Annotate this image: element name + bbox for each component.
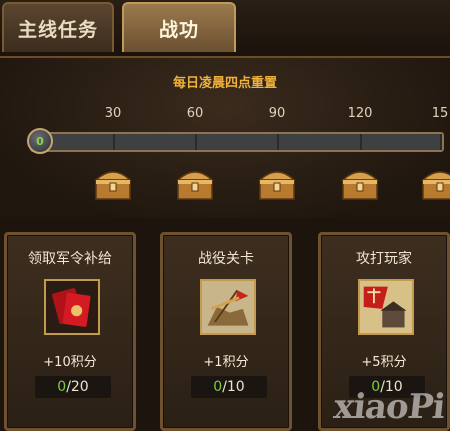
task-points: +10积分: [43, 355, 97, 370]
task-card-supply[interactable]: 领取军令补给 +10积分 0/20: [4, 232, 136, 431]
task-progress-count: 0/10: [191, 376, 267, 398]
red-order-icon: [44, 279, 100, 335]
task-progress-count: 0/20: [35, 376, 111, 398]
tab-merit[interactable]: 战功: [122, 2, 236, 52]
treasure-chest-icon[interactable]: [174, 164, 216, 202]
task-progress-total: /10: [222, 379, 245, 395]
milestone-label: 90: [268, 106, 286, 121]
progress-tick: [277, 134, 279, 150]
task-card-campaign[interactable]: 战役关卡 +1积分 0/10: [160, 232, 292, 431]
battle-flag-icon: [200, 279, 256, 335]
progress-tick: [360, 134, 362, 150]
task-points: +5积分: [361, 355, 407, 370]
task-progress-current: 0: [213, 379, 223, 395]
task-points: +1积分: [203, 355, 249, 370]
milestone-label: 15: [431, 106, 449, 121]
attack-banner-icon: [358, 279, 414, 335]
treasure-chest-icon[interactable]: [92, 164, 134, 202]
progress-value-knob: 0: [27, 128, 53, 154]
merit-progress-panel: 每日凌晨四点重置 30 60 90 120 15 0: [0, 58, 450, 218]
tab-main-quest[interactable]: 主线任务: [2, 2, 114, 52]
milestone-label: 30: [104, 106, 122, 121]
treasure-chest-icon[interactable]: [256, 164, 298, 202]
reset-note: 每日凌晨四点重置: [172, 76, 277, 91]
tab-bar: 主线任务 战功: [0, 0, 450, 58]
task-title: 领取军令补给: [28, 251, 112, 267]
task-title: 攻打玩家: [356, 251, 412, 267]
treasure-chest-icon[interactable]: [339, 164, 381, 202]
task-title: 战役关卡: [198, 251, 254, 267]
milestone-label: 60: [186, 106, 204, 121]
task-progress-total: /20: [66, 379, 89, 395]
progress-bar: [30, 132, 444, 152]
progress-tick: [440, 134, 442, 150]
milestone-label: 120: [347, 106, 373, 121]
watermark-logo: xiaoPi: [331, 387, 447, 427]
progress-tick: [113, 134, 115, 150]
task-progress-current: 0: [57, 379, 67, 395]
treasure-chest-icon[interactable]: [419, 164, 450, 202]
progress-tick: [195, 134, 197, 150]
